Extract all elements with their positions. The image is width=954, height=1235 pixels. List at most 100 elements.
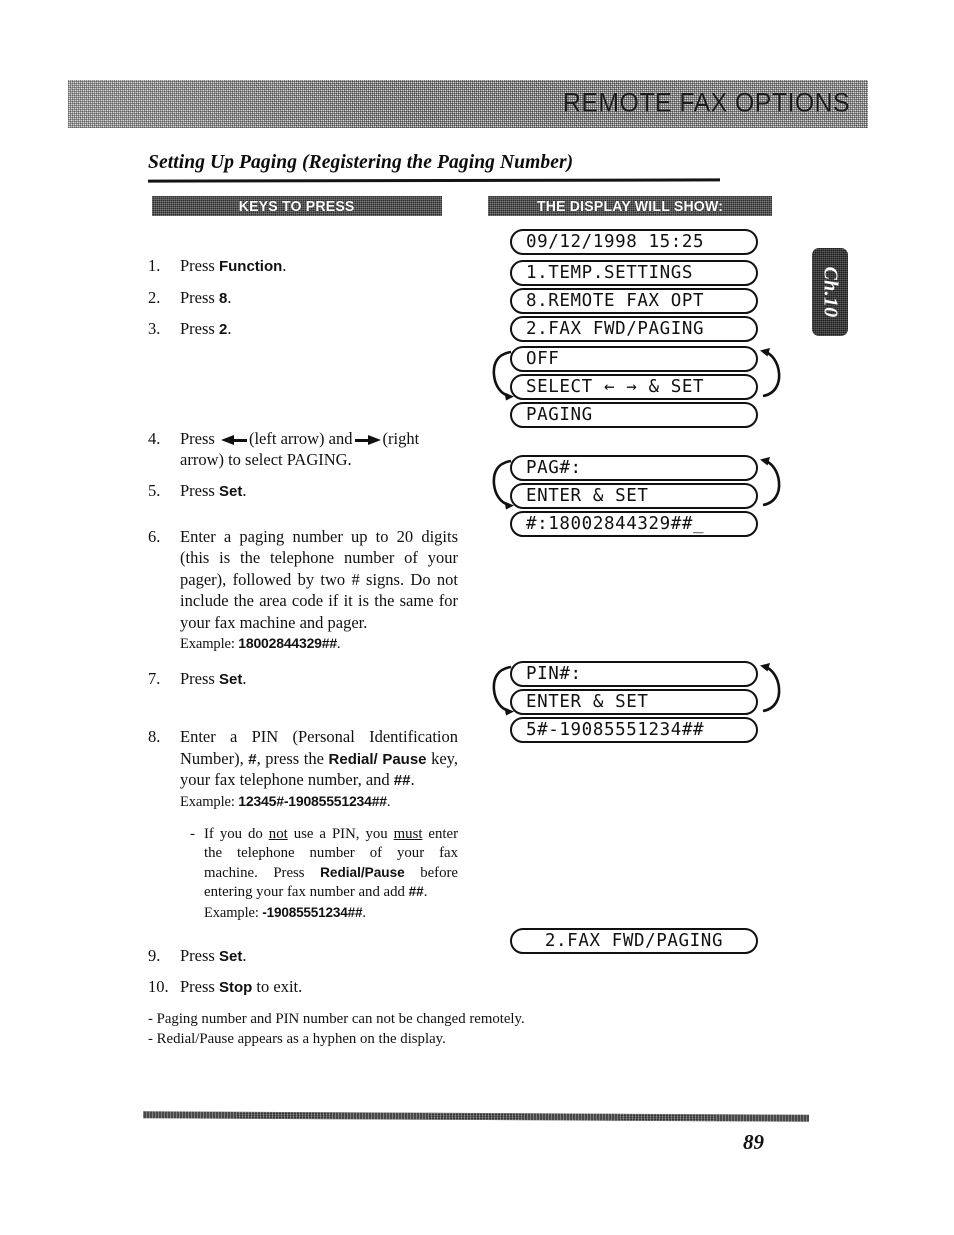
display-temp-settings: 1.TEMP.SETTINGS <box>510 260 758 286</box>
step-7-number: 7. <box>148 668 161 688</box>
step-8-double-hash: ## <box>393 772 411 790</box>
step-10-number: 10. <box>148 977 169 997</box>
toggle-hook-right-2 <box>757 453 783 511</box>
step-7: 7. Press Set. <box>148 668 458 690</box>
step-6-example: Example: 18002844329##. <box>180 634 458 654</box>
step-1-number: 1. <box>148 256 161 275</box>
step-2: 2. Press 8. <box>148 287 458 309</box>
step-6-example-end: . <box>336 636 341 653</box>
step-3: 3. Press 2. <box>148 318 458 340</box>
step-6-example-label: Example: <box>180 636 239 653</box>
display-clock-text: 09/12/1998 15:25 <box>526 232 705 252</box>
display-will-show-header: THE DISPLAY WILL SHOW: <box>488 196 772 216</box>
section-title-rule <box>147 178 721 183</box>
chapter-tab-label: Ch.10 <box>819 266 842 318</box>
display-fax-fwd-paging-text: 2.FAX FWD/PAGING <box>526 319 705 339</box>
display-pag-number-entry: #:18002844329##_ <box>510 511 758 537</box>
display-off-text: OFF <box>526 349 560 369</box>
display-final-fax-fwd-paging-text: 2.FAX FWD/PAGING <box>544 931 724 951</box>
step-6: 6. Enter a paging number up to 20 digits… <box>148 526 458 654</box>
step-7-key: Set <box>218 670 243 688</box>
display-select-and-set: SELECT ← → & SET <box>510 374 758 400</box>
step-8-note: - If you do not use a PIN, you must enter… <box>190 825 458 923</box>
step-9: 9. Press Set. <box>148 945 458 967</box>
step-8-example-end: . <box>386 793 391 810</box>
step-8-note-example: Example: -19085551234##. <box>204 904 458 923</box>
display-remote-fax-opt: 8.REMOTE FAX OPT <box>510 288 758 314</box>
step-4: 4. Press (left arrow) and (right arrow) t… <box>148 428 458 471</box>
document-page: REMOTE FAX OPTIONS Setting Up Paging (Re… <box>0 0 954 1235</box>
display-off: OFF <box>510 346 758 372</box>
step-9-text-before: Press <box>180 945 219 965</box>
step-9-number: 9. <box>148 945 161 965</box>
step-5-key: Set <box>218 483 243 501</box>
page-header-title: REMOTE FAX OPTIONS <box>562 87 850 118</box>
step-8-note-redial-pause: Redial/Pause <box>320 864 405 880</box>
step-7-text-after: . <box>242 668 247 688</box>
display-pin-number-prompt: PIN#: <box>510 661 758 687</box>
step-9-text-after: . <box>242 945 247 965</box>
step-10-text-before: Press <box>180 977 219 997</box>
display-enter-and-set-1: ENTER & SET <box>510 483 758 509</box>
step-3-number: 3. <box>148 319 161 338</box>
right-arrow-icon <box>354 434 381 445</box>
display-pin-number-entry: 5#-19085551234## <box>510 717 758 743</box>
step-7-text-before: Press <box>180 668 219 688</box>
step-2-text-after: . <box>227 287 232 307</box>
step-5-number: 5. <box>148 481 161 501</box>
display-remote-fax-opt-text: 8.REMOTE FAX OPT <box>526 291 705 311</box>
step-1: 1. Press Function. <box>148 255 458 277</box>
keys-to-press-list: 1. Press Function. 2. Press 8. 3. Press … <box>148 255 458 1008</box>
step-10-text-after: to exit. <box>252 977 303 997</box>
step-8-part7: . <box>410 770 415 790</box>
step-8-part3: , press the <box>256 748 329 768</box>
step-8-example-label: Example: <box>180 793 239 810</box>
display-select-and-set-text: SELECT ← → & SET <box>526 377 705 397</box>
step-5-text-after: . <box>242 481 247 501</box>
step-9-key: Set <box>218 947 243 965</box>
step-8-example-value: 12345#-19085551234## <box>238 792 387 809</box>
page-header-band: REMOTE FAX OPTIONS <box>68 80 868 128</box>
display-clock: 09/12/1998 15:25 <box>510 229 758 255</box>
step-1-key: Function <box>218 258 283 275</box>
step-4-text-before: Press <box>180 428 219 448</box>
step-8-number: 8. <box>148 727 161 747</box>
step-8-note-example-value: -19085551234## <box>262 904 363 920</box>
display-paging-text: PAGING <box>526 405 593 425</box>
toggle-hook-right-1 <box>757 344 783 402</box>
chapter-tab: Ch.10 <box>812 248 848 336</box>
display-fax-fwd-paging: 2.FAX FWD/PAGING <box>510 316 758 342</box>
display-pin-number-prompt-text: PIN#: <box>526 664 582 684</box>
step-5-text-before: Press <box>180 481 219 501</box>
step-8-note-e: . <box>423 884 428 901</box>
toggle-hook-right-3 <box>757 659 783 717</box>
step-8-note-example-end: . <box>362 904 366 921</box>
step-6-number: 6. <box>148 526 161 546</box>
display-pag-number-prompt-text: PAG#: <box>526 458 582 478</box>
step-6-body: Enter a paging number up to 20 digits (t… <box>180 526 458 632</box>
step-8-note-double-hash: ## <box>408 884 424 900</box>
display-final-fax-fwd-paging: 2.FAX FWD/PAGING <box>510 928 758 954</box>
step-8-note-b: use a PIN, you <box>287 825 394 842</box>
display-enter-and-set-1-text: ENTER & SET <box>526 486 649 506</box>
step-3-text-before: Press <box>180 319 219 338</box>
step-4-mid: (left arrow) and <box>248 428 353 448</box>
display-temp-settings-text: 1.TEMP.SETTINGS <box>526 263 694 283</box>
step-8-example: Example: 12345#-19085551234##. <box>180 792 458 812</box>
step-4-number: 4. <box>148 428 161 448</box>
display-pag-number-entry-text: #:18002844329##_ <box>526 514 705 534</box>
step-5: 5. Press Set. <box>148 480 458 502</box>
section-title: Setting Up Paging (Registering the Pagin… <box>148 152 574 173</box>
keys-to-press-label: KEYS TO PRESS <box>239 197 355 215</box>
step-2-number: 2. <box>148 287 161 307</box>
step-8: 8. Enter a PIN (Personal Identification … <box>148 726 458 923</box>
step-6-example-value: 18002844329## <box>238 635 337 652</box>
page-number: 89 <box>743 1130 764 1154</box>
display-paging: PAGING <box>510 402 758 428</box>
step-8-note-example-label: Example: <box>204 904 263 921</box>
footer-note-1: - Paging number and PIN number can not b… <box>148 1011 525 1027</box>
step-8-note-dash: - <box>190 825 195 842</box>
step-1-text-after: . <box>282 256 287 275</box>
step-8-note-a: If you do <box>204 825 269 842</box>
left-arrow-icon <box>220 434 247 445</box>
